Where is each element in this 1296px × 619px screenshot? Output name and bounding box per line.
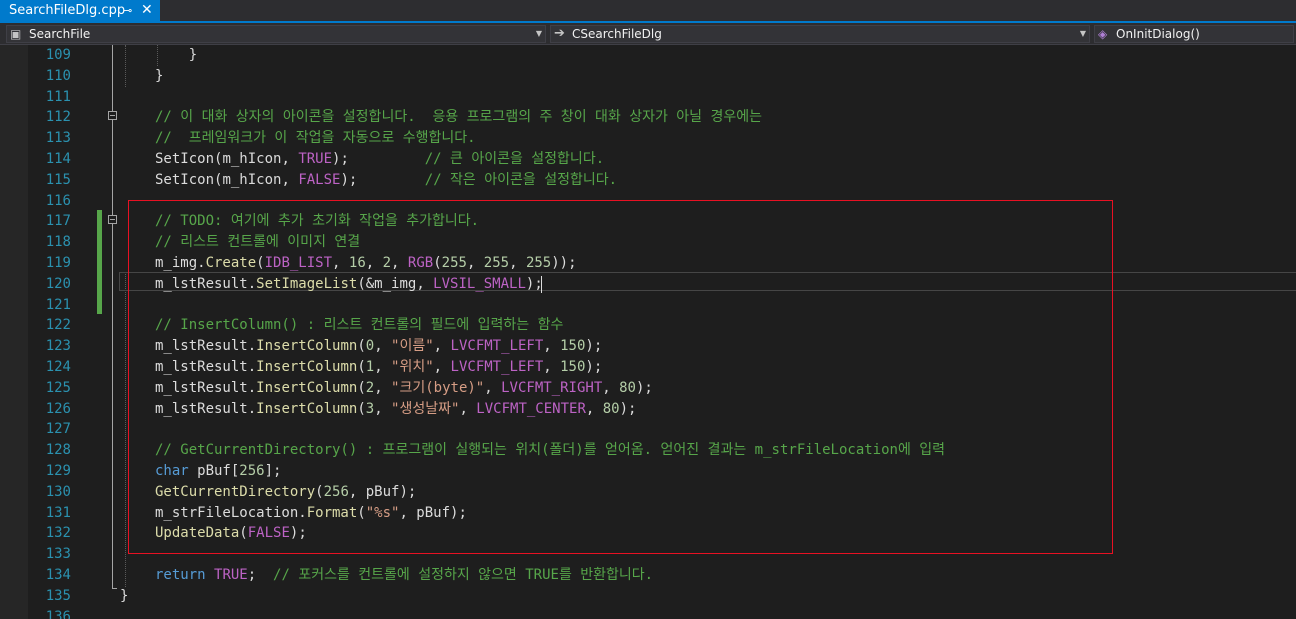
line-number: 127 xyxy=(45,421,71,437)
class-label: CSearchFileDlg xyxy=(572,27,662,41)
code-line: 115 SetIcon(m_hIcon, FALSE); // 작은 아이콘을 설… xyxy=(0,170,1296,191)
class-dropdown[interactable]: ➔ CSearchFileDlg ▼ xyxy=(550,25,1090,43)
tab-title: SearchFileDlg.cpp xyxy=(9,3,126,18)
line-number: 134 xyxy=(45,567,71,583)
line-number: 136 xyxy=(45,609,71,619)
code-line: 111 xyxy=(0,87,1296,108)
line-number: 112 xyxy=(45,109,71,125)
project-dropdown[interactable]: ▣ SearchFile ▼ xyxy=(6,25,546,43)
line-number: 109 xyxy=(45,47,71,63)
code-text: } xyxy=(155,68,164,84)
line-number: 135 xyxy=(45,588,71,604)
line-number: 129 xyxy=(45,463,71,479)
class-arrow-icon: ➔ xyxy=(554,26,565,41)
document-tab-bar: SearchFileDlg.cpp ⊸ ✕ xyxy=(0,0,1296,23)
line-number: 123 xyxy=(45,338,71,354)
code-text: } xyxy=(120,588,129,604)
line-number: 122 xyxy=(45,317,71,333)
code-text: SetIcon(m_hIcon, FALSE); // 작은 아이콘을 설정합니… xyxy=(155,172,618,188)
code-line: 136 xyxy=(0,607,1296,619)
line-number: 132 xyxy=(45,525,71,541)
line-number: 124 xyxy=(45,359,71,375)
member-dropdown[interactable]: ◈ OnInitDialog() xyxy=(1094,25,1294,43)
code-line: 134 return TRUE; // 포커스를 컨트롤에 설정하지 않으면 TR… xyxy=(0,565,1296,586)
line-number: 120 xyxy=(45,276,71,292)
chevron-down-icon: ▼ xyxy=(1079,29,1086,38)
code-text: SetIcon(m_hIcon, TRUE); // 큰 아이콘을 설정합니다. xyxy=(155,151,605,167)
navigation-bar: ▣ SearchFile ▼ ➔ CSearchFileDlg ▼ ◈ OnIn… xyxy=(0,23,1296,45)
line-number: 114 xyxy=(45,151,71,167)
code-comment: // 프레임워크가 이 작업을 자동으로 수행합니다. xyxy=(155,130,476,146)
code-line: 114 SetIcon(m_hIcon, TRUE); // 큰 아이콘을 설정합… xyxy=(0,149,1296,170)
code-line: 113 // 프레임워크가 이 작업을 자동으로 수행합니다. xyxy=(0,128,1296,149)
line-number: 111 xyxy=(45,89,71,105)
line-number: 110 xyxy=(45,68,71,84)
line-number: 116 xyxy=(45,193,71,209)
chevron-down-icon: ▼ xyxy=(535,29,542,38)
pin-icon[interactable]: ⊸ xyxy=(123,0,132,21)
line-number: 130 xyxy=(45,484,71,500)
line-number: 126 xyxy=(45,401,71,417)
line-number: 115 xyxy=(45,172,71,188)
code-line: 112 // 이 대화 상자의 아이콘을 설정합니다. 응용 프로그램의 주 창이… xyxy=(0,107,1296,128)
close-icon[interactable]: ✕ xyxy=(141,0,153,21)
code-text: return TRUE; // 포커스를 컨트롤에 설정하지 않으면 TRUE를… xyxy=(155,567,654,583)
line-number: 131 xyxy=(45,505,71,521)
code-comment: // 이 대화 상자의 아이콘을 설정합니다. 응용 프로그램의 주 창이 대화… xyxy=(155,109,762,125)
code-line: 109 } xyxy=(0,45,1296,66)
member-label: OnInitDialog() xyxy=(1116,27,1200,41)
highlight-annotation-box xyxy=(128,200,1113,554)
code-line: 135} xyxy=(0,586,1296,607)
line-number: 125 xyxy=(45,380,71,396)
line-number: 121 xyxy=(45,297,71,313)
project-icon: ▣ xyxy=(10,27,22,41)
line-number: 113 xyxy=(45,130,71,146)
line-number: 128 xyxy=(45,442,71,458)
tab-searchfiledlg-cpp[interactable]: SearchFileDlg.cpp ⊸ ✕ xyxy=(0,0,160,21)
line-number: 133 xyxy=(45,546,71,562)
line-number: 118 xyxy=(45,234,71,250)
line-number: 119 xyxy=(45,255,71,271)
line-number: 117 xyxy=(45,213,71,229)
code-line: 110} xyxy=(0,66,1296,87)
code-editor[interactable]: 109 } 110} 111 112 // 이 대화 상자의 아이콘을 설정합니다… xyxy=(0,45,1296,619)
code-text: } xyxy=(155,47,198,63)
project-label: SearchFile xyxy=(29,27,91,41)
method-icon: ◈ xyxy=(1098,27,1108,41)
